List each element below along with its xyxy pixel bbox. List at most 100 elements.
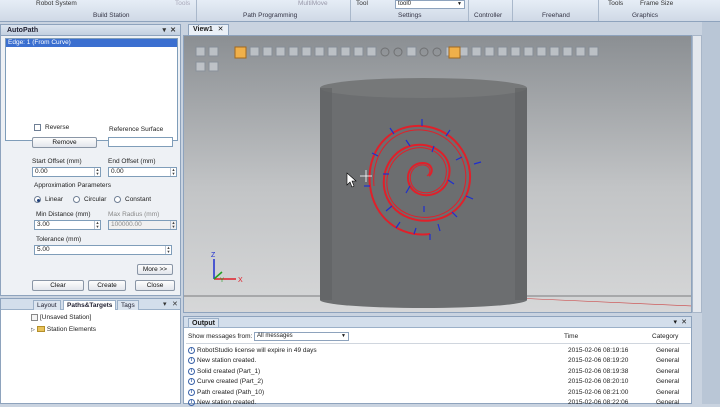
message-row[interactable]: i New station created. 2015-02-06 08:19:20…: [188, 356, 688, 365]
browser-panel: Layout Paths&Targets Tags ▾ ✕ [Unsaved S…: [0, 298, 181, 404]
toolbar-icon-11: [340, 46, 351, 57]
toolbar-icon-18: [432, 47, 442, 57]
start-offset-input[interactable]: 0.00 ▲ ▼: [32, 167, 101, 177]
spinner-icon[interactable]: ▲ ▼: [94, 168, 100, 176]
floor-red-line: [513, 297, 691, 307]
message-filter-select[interactable]: All messages ▼: [254, 332, 349, 341]
message-row[interactable]: i RobotStudio license will expire in 49 d…: [188, 346, 688, 355]
pin-icon[interactable]: ▾: [163, 300, 167, 308]
toolbar-icon-30: [588, 46, 599, 57]
circular-label: Circular: [84, 196, 107, 203]
toolbar-icon-26: [536, 46, 547, 57]
tolerance-input[interactable]: 5.00 ▲ ▼: [34, 245, 172, 255]
close-icon[interactable]: ✕: [218, 26, 224, 33]
reference-surface-label: Reference Surface: [109, 126, 164, 133]
station-title[interactable]: Robot System: [36, 0, 77, 7]
spinner-icon[interactable]: ▲ ▼: [94, 221, 100, 229]
tab-view1[interactable]: View1 ✕: [188, 24, 229, 35]
reverse-label: Reverse: [45, 124, 70, 131]
column-time[interactable]: Time: [564, 333, 578, 340]
more-button[interactable]: More >>: [137, 264, 173, 275]
output-panel: Output ▾ ✕ Show messages from: All messa…: [183, 316, 692, 407]
linear-radio[interactable]: [34, 196, 41, 203]
info-icon: i: [188, 367, 195, 375]
output-title[interactable]: Output: [188, 318, 219, 328]
tolerance-value: 5.00: [37, 246, 50, 253]
show-from-label: Show messages from:: [188, 333, 253, 340]
toolbar-icon-2: [208, 46, 219, 57]
header-divider: [186, 343, 690, 344]
cylinder-body: [320, 88, 527, 300]
message-row[interactable]: i New station created. 2015-02-06 08:22:06…: [188, 398, 688, 407]
axis-triad: Z X Y: [211, 252, 243, 284]
end-offset-label: End Offset (mm): [108, 158, 156, 165]
close-icon[interactable]: ✕: [170, 25, 176, 36]
tab-tags[interactable]: Tags: [117, 300, 139, 310]
message-row[interactable]: i Curve created (Part_2) 2015-02-06 08:20:…: [188, 377, 688, 386]
toolbar-icon-4: [249, 46, 260, 57]
toolbar-icon-13: [366, 46, 377, 57]
frame-size[interactable]: Frame Size: [640, 0, 673, 7]
message-row[interactable]: i Path created (Path_10) 2015-02-06 08:21:…: [188, 388, 688, 397]
spinner-icon[interactable]: ▲ ▼: [170, 168, 176, 176]
close-icon[interactable]: ✕: [681, 318, 687, 326]
group-freehand: Freehand: [542, 12, 570, 19]
message-category: General: [656, 357, 680, 364]
cylinder-bottom: [320, 292, 527, 308]
message-text: RobotStudio license will expire in 49 da…: [197, 347, 317, 354]
tools-small[interactable]: Tools: [175, 0, 190, 7]
pin-icon[interactable]: ▾: [673, 318, 677, 326]
close-button[interactable]: Close: [135, 280, 175, 291]
tool-combo[interactable]: tool0 ▼: [395, 0, 465, 9]
toolbar-icon-14: [380, 47, 390, 57]
circular-radio[interactable]: [73, 196, 80, 203]
3d-viewport[interactable]: Z X Y: [183, 35, 692, 313]
remove-button[interactable]: Remove: [32, 137, 97, 148]
message-time: 2015-02-06 08:19:16: [568, 347, 629, 354]
max-radius-value: 100000.00: [111, 221, 142, 228]
message-category: General: [656, 389, 680, 396]
message-time: 2015-02-06 08:19:20: [568, 357, 629, 364]
edge-list-item[interactable]: Edge: 1 (From Curve): [6, 39, 177, 47]
linear-label: Linear: [45, 196, 64, 203]
view-toolbar: [195, 46, 599, 72]
reference-surface-field[interactable]: [108, 137, 173, 147]
autopath-titlebar: AutoPath ▾ ✕: [1, 25, 180, 36]
message-text: New station created.: [197, 357, 257, 364]
group-build-station: Build Station: [93, 12, 130, 19]
spinner-icon[interactable]: ▲ ▼: [165, 246, 171, 254]
constant-radio[interactable]: [114, 196, 121, 203]
end-offset-input[interactable]: 0.00 ▲ ▼: [108, 167, 177, 177]
message-time: 2015-02-06 08:21:00: [568, 389, 629, 396]
message-row[interactable]: i Solid created (Part_1) 2015-02-06 08:19:…: [188, 367, 688, 376]
chevron-down-icon: ▼: [457, 1, 462, 7]
min-distance-label: Min Distance (mm): [36, 211, 91, 218]
pin-icon[interactable]: ▾: [162, 25, 166, 36]
tree-station[interactable]: [Unsaved Station]: [31, 314, 91, 321]
min-distance-input[interactable]: 3.00 ▲ ▼: [34, 220, 101, 230]
toolbar-icon-7: [288, 46, 299, 57]
tools-right[interactable]: Tools: [608, 0, 623, 7]
toolbar-icon-31: [195, 61, 206, 72]
message-time: 2015-02-06 08:22:06: [568, 399, 629, 406]
highlighted-tool-icon: [448, 46, 461, 59]
close-icon[interactable]: ✕: [172, 300, 178, 308]
column-category[interactable]: Category: [652, 333, 678, 340]
viewport-scrollbar[interactable]: [692, 35, 702, 313]
view-tab-label: View1: [193, 26, 213, 33]
clear-button[interactable]: Clear: [32, 280, 84, 291]
toolbar-icon-23: [497, 46, 508, 57]
tab-layout[interactable]: Layout: [33, 300, 61, 310]
toolbar-icon-8: [301, 46, 312, 57]
create-button[interactable]: Create: [88, 280, 126, 291]
tree-station-elements[interactable]: ▷ Station Elements: [31, 326, 96, 333]
multimove-button[interactable]: MultiMove: [298, 0, 328, 7]
group-controller: Controller: [474, 12, 503, 19]
chevron-down-icon: ▼: [341, 333, 346, 339]
reverse-checkbox[interactable]: [34, 124, 41, 131]
info-icon: i: [188, 356, 195, 364]
toolbar-icon-28: [562, 46, 573, 57]
chevron-right-icon[interactable]: ▷: [31, 327, 35, 333]
message-text: Path created (Path_10): [197, 389, 265, 396]
tab-paths-targets[interactable]: Paths&Targets: [63, 300, 117, 310]
